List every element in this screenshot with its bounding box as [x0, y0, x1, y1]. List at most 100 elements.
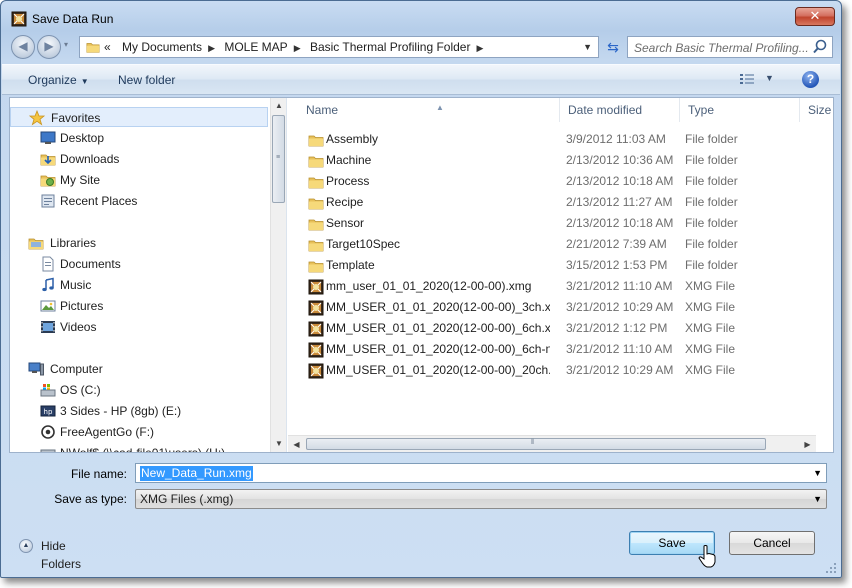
file-name[interactable]: Assembly [326, 129, 550, 150]
recent-pages-dropdown[interactable]: ▾ [64, 40, 68, 49]
address-bar[interactable]: « My Documents ▶ MOLE MAP ▶ Basic Thermal … [79, 36, 599, 58]
title-bar[interactable]: Save Data Run ✕ [1, 1, 841, 35]
save-as-type-value: XMG Files (.xmg) [140, 492, 234, 506]
nav-favorites[interactable]: Favorites [10, 107, 268, 127]
scroll-up-arrow[interactable]: ▲ [271, 98, 286, 114]
file-row[interactable]: MM_USER_01_01_2020(12-00-00)_20ch.x... 3/… [288, 360, 833, 381]
libraries-icon [28, 235, 44, 251]
browser-pane: Favorites Desktop Downloads My Site Rece… [9, 97, 834, 453]
help-icon[interactable]: ? [802, 71, 819, 88]
chevron-down-icon[interactable]: ▼ [765, 73, 774, 83]
file-date: 3/9/2012 11:03 AM [566, 132, 666, 146]
scroll-thumb[interactable]: ⦀ [306, 438, 766, 450]
resize-grip-icon[interactable] [824, 561, 838, 575]
file-row[interactable]: Machine 2/13/2012 10:36 AM File folder [288, 150, 833, 171]
file-name[interactable]: mm_user_01_01_2020(12-00-00).xmg [326, 276, 550, 297]
file-name[interactable]: MM_USER_01_01_2020(12-00-00)_6ch.xmg [326, 318, 550, 339]
file-date: 3/21/2012 11:10 AM [566, 279, 673, 293]
file-date: 3/21/2012 10:29 AM [566, 300, 674, 314]
chevron-right-icon[interactable]: ▶ [208, 38, 215, 58]
breadcrumb-basic-thermal-profiling[interactable]: Basic Thermal Profiling Folder [310, 40, 471, 54]
chevron-up-icon: ▲ [19, 539, 33, 553]
organize-button[interactable]: Organize ▼ [28, 73, 89, 87]
file-row[interactable]: MM_USER_01_01_2020(12-00-00)_3ch.xmg 3/21… [288, 297, 833, 318]
file-row[interactable]: Assembly 3/9/2012 11:03 AM File folder [288, 129, 833, 150]
save-dialog: Save Data Run ✕ ◀ ▶ ▾ « My Documents ▶ MO… [0, 0, 842, 578]
chevron-right-icon[interactable]: ▶ [294, 38, 301, 58]
breadcrumb-mole-map[interactable]: MOLE MAP [224, 40, 287, 54]
nav-libraries-label: Libraries [50, 236, 97, 250]
file-date: 2/13/2012 10:36 AM [566, 153, 674, 167]
file-name[interactable]: MM_USER_01_01_2020(12-00-00)_20ch.x... [326, 360, 550, 381]
folder-icon [308, 237, 324, 253]
file-name[interactable]: Machine [326, 150, 550, 171]
column-header-name[interactable]: ▲ Name [298, 98, 560, 122]
nav-computer-label: Computer [50, 362, 103, 376]
scroll-right-arrow[interactable]: ▶ [799, 436, 816, 452]
file-name-value[interactable]: New_Data_Run.xmg [140, 466, 253, 481]
change-view-button[interactable]: ▼ [739, 72, 779, 88]
file-row[interactable]: MM_USER_01_01_2020(12-00-00)_6ch-ne... 3/… [288, 339, 833, 360]
back-button[interactable]: ◀ [11, 35, 35, 59]
file-row[interactable]: Template 3/15/2012 1:53 PM File folder [288, 255, 833, 276]
nav-favorites-label: Favorites [51, 111, 101, 125]
file-name-field[interactable]: New_Data_Run.xmg ▼ [135, 463, 827, 483]
xmg-file-icon [308, 363, 324, 379]
computer-icon [28, 362, 44, 376]
column-header-size[interactable]: Size [800, 98, 833, 122]
nav-pane-scrollbar[interactable]: ▲ ≡ ▼ [270, 98, 286, 452]
file-name[interactable]: Sensor [326, 213, 550, 234]
chevron-right-icon[interactable]: ▶ [476, 38, 483, 58]
file-row[interactable]: Process 2/13/2012 10:18 AM File folder [288, 171, 833, 192]
file-list-horizontal-scrollbar[interactable]: ◀ ⦀ ▶ [288, 435, 816, 452]
search-icon[interactable] [812, 38, 828, 56]
search-box[interactable] [627, 36, 833, 58]
breadcrumb-my-documents[interactable]: My Documents [122, 40, 202, 54]
hide-folders-label: Hide Folders [41, 539, 82, 571]
save-as-type-label: Save as type: [54, 492, 127, 506]
forward-button[interactable]: ▶ [37, 35, 61, 59]
column-header-type[interactable]: Type [680, 98, 800, 122]
scroll-thumb[interactable]: ≡ [272, 115, 285, 203]
file-row[interactable]: MM_USER_01_01_2020(12-00-00)_6ch.xmg 3/21… [288, 318, 833, 339]
nav-item-label: Pictures [60, 299, 104, 313]
pictures-icon [40, 300, 56, 312]
file-date: 3/21/2012 10:29 AM [566, 363, 674, 377]
new-folder-button[interactable]: New folder [118, 73, 175, 87]
file-name[interactable]: Process [326, 171, 550, 192]
svg-text:hp: hp [44, 408, 53, 416]
address-dropdown-arrow[interactable]: ▼ [583, 37, 592, 57]
folder-icon [308, 153, 324, 169]
file-row[interactable]: Target10Spec 2/21/2012 7:39 AM File folder [288, 234, 833, 255]
chevron-down-icon[interactable]: ▼ [813, 490, 822, 508]
file-name[interactable]: Template [326, 255, 550, 276]
scroll-left-arrow[interactable]: ◀ [288, 436, 305, 452]
cancel-button[interactable]: Cancel [729, 531, 815, 555]
refresh-icon[interactable]: ⇆ [602, 36, 624, 58]
grip-icon: ≡ [276, 154, 281, 161]
file-name[interactable]: Target10Spec [326, 234, 550, 255]
column-header-label: Name [306, 103, 339, 117]
file-row[interactable]: Sensor 2/13/2012 10:18 AM File folder [288, 213, 833, 234]
file-date: 2/13/2012 10:18 AM [566, 216, 674, 230]
file-row[interactable]: Recipe 2/13/2012 11:27 AM File folder [288, 192, 833, 213]
recent-places-icon [41, 194, 55, 208]
breadcrumb-overflow[interactable]: « [104, 40, 111, 54]
xmg-file-icon [308, 342, 324, 358]
file-name[interactable]: MM_USER_01_01_2020(12-00-00)_3ch.xmg [326, 297, 550, 318]
file-name[interactable]: Recipe [326, 192, 550, 213]
folder-icon [308, 216, 324, 232]
file-row[interactable]: mm_user_01_01_2020(12-00-00).xmg 3/21/201… [288, 276, 833, 297]
mouse-cursor-icon [698, 545, 716, 568]
file-type: XMG File [685, 342, 736, 356]
file-name[interactable]: MM_USER_01_01_2020(12-00-00)_6ch-ne... [326, 339, 550, 360]
search-input[interactable] [632, 39, 812, 57]
close-button[interactable]: ✕ [795, 7, 835, 26]
scroll-down-arrow[interactable]: ▼ [271, 436, 286, 452]
file-date: 2/13/2012 10:18 AM [566, 174, 674, 188]
folder-icon [308, 132, 324, 148]
file-name-dropdown-arrow[interactable]: ▼ [813, 464, 822, 482]
save-as-type-select[interactable]: XMG Files (.xmg) ▼ [135, 489, 827, 509]
nav-item-label: Desktop [60, 131, 105, 145]
column-header-date[interactable]: Date modified [560, 98, 680, 122]
